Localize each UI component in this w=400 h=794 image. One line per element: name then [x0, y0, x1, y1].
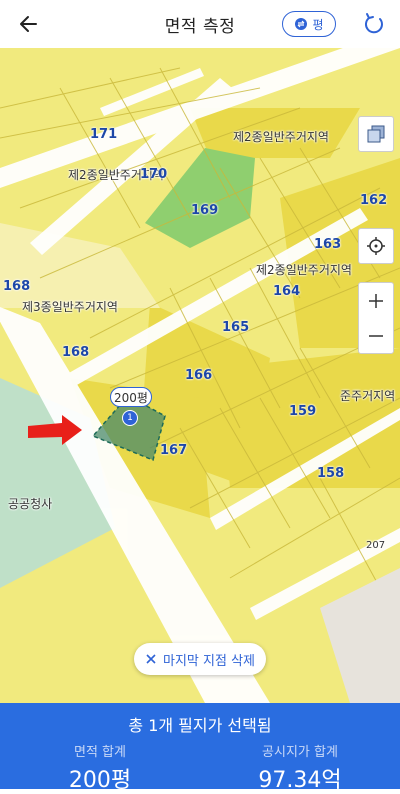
area-summary: 면적 합계 200평: [0, 741, 200, 794]
zone-label: 제2종일반주거지역: [233, 130, 329, 144]
unit-toggle-label: 평: [312, 17, 324, 32]
road-number-label: 207: [366, 540, 386, 551]
parcel-label: 158: [317, 466, 345, 481]
parcel-label: 163: [314, 237, 342, 252]
parcel-label: 164: [273, 284, 301, 299]
area-measure-label: 200평: [110, 387, 152, 407]
selected-count-text: 총 1개 필지가 선택됨: [128, 716, 272, 735]
layers-button[interactable]: [358, 116, 394, 152]
page-title: 면적 측정: [164, 17, 236, 37]
map-view[interactable]: 제2종일반주거지역 제2종일반주거지역 제2종일반주거지역 제3종일반주거지역 …: [0, 48, 400, 703]
delete-last-point-label: 마지막 지점 삭제: [163, 653, 255, 669]
refresh-icon: [364, 13, 383, 34]
area-total-value: 200평: [68, 768, 132, 793]
parcel-label: 170: [140, 167, 168, 182]
summary-panel: 총 1개 필지가 선택됨 면적 합계 200평 공시지가 합계 97.34억: [0, 703, 400, 793]
close-icon: [146, 654, 156, 664]
parcel-label: 165: [222, 320, 250, 335]
price-total-value: 97.34억: [258, 768, 342, 793]
zone-label: 제2종일반주거지역: [256, 263, 352, 277]
parcel-label: 171: [90, 127, 118, 142]
header-bar: 면적 측정 평: [0, 0, 400, 48]
parcel-label: 168: [62, 345, 90, 360]
zoom-out-icon[interactable]: [367, 327, 385, 345]
price-total-label: 공시지가 합계: [262, 745, 338, 760]
zone-label: 준주거지역: [340, 389, 396, 403]
zoom-in-icon[interactable]: [367, 292, 385, 310]
parcel-label: 159: [289, 404, 317, 419]
crosshair-icon: [367, 237, 385, 255]
parcel-label: 168: [3, 279, 31, 294]
parcel-label: 162: [360, 193, 388, 208]
price-summary: 공시지가 합계 97.34억: [200, 741, 400, 794]
zoom-control: [358, 282, 394, 354]
swap-icon: [295, 18, 308, 30]
zone-label: 공공청사: [8, 497, 53, 511]
parcel-label: 167: [160, 443, 188, 458]
unit-toggle-button[interactable]: 평: [282, 11, 336, 37]
reset-button[interactable]: [360, 10, 388, 38]
my-location-button[interactable]: [358, 228, 394, 264]
delete-last-point-button[interactable]: 마지막 지점 삭제: [134, 643, 266, 675]
zone-label: 제3종일반주거지역: [22, 300, 118, 314]
measure-point-marker[interactable]: 1: [122, 410, 138, 426]
layers-icon: [367, 125, 385, 143]
area-total-label: 면적 합계: [74, 745, 126, 760]
parcel-label: 166: [185, 368, 213, 383]
parcel-label: 169: [191, 203, 219, 218]
